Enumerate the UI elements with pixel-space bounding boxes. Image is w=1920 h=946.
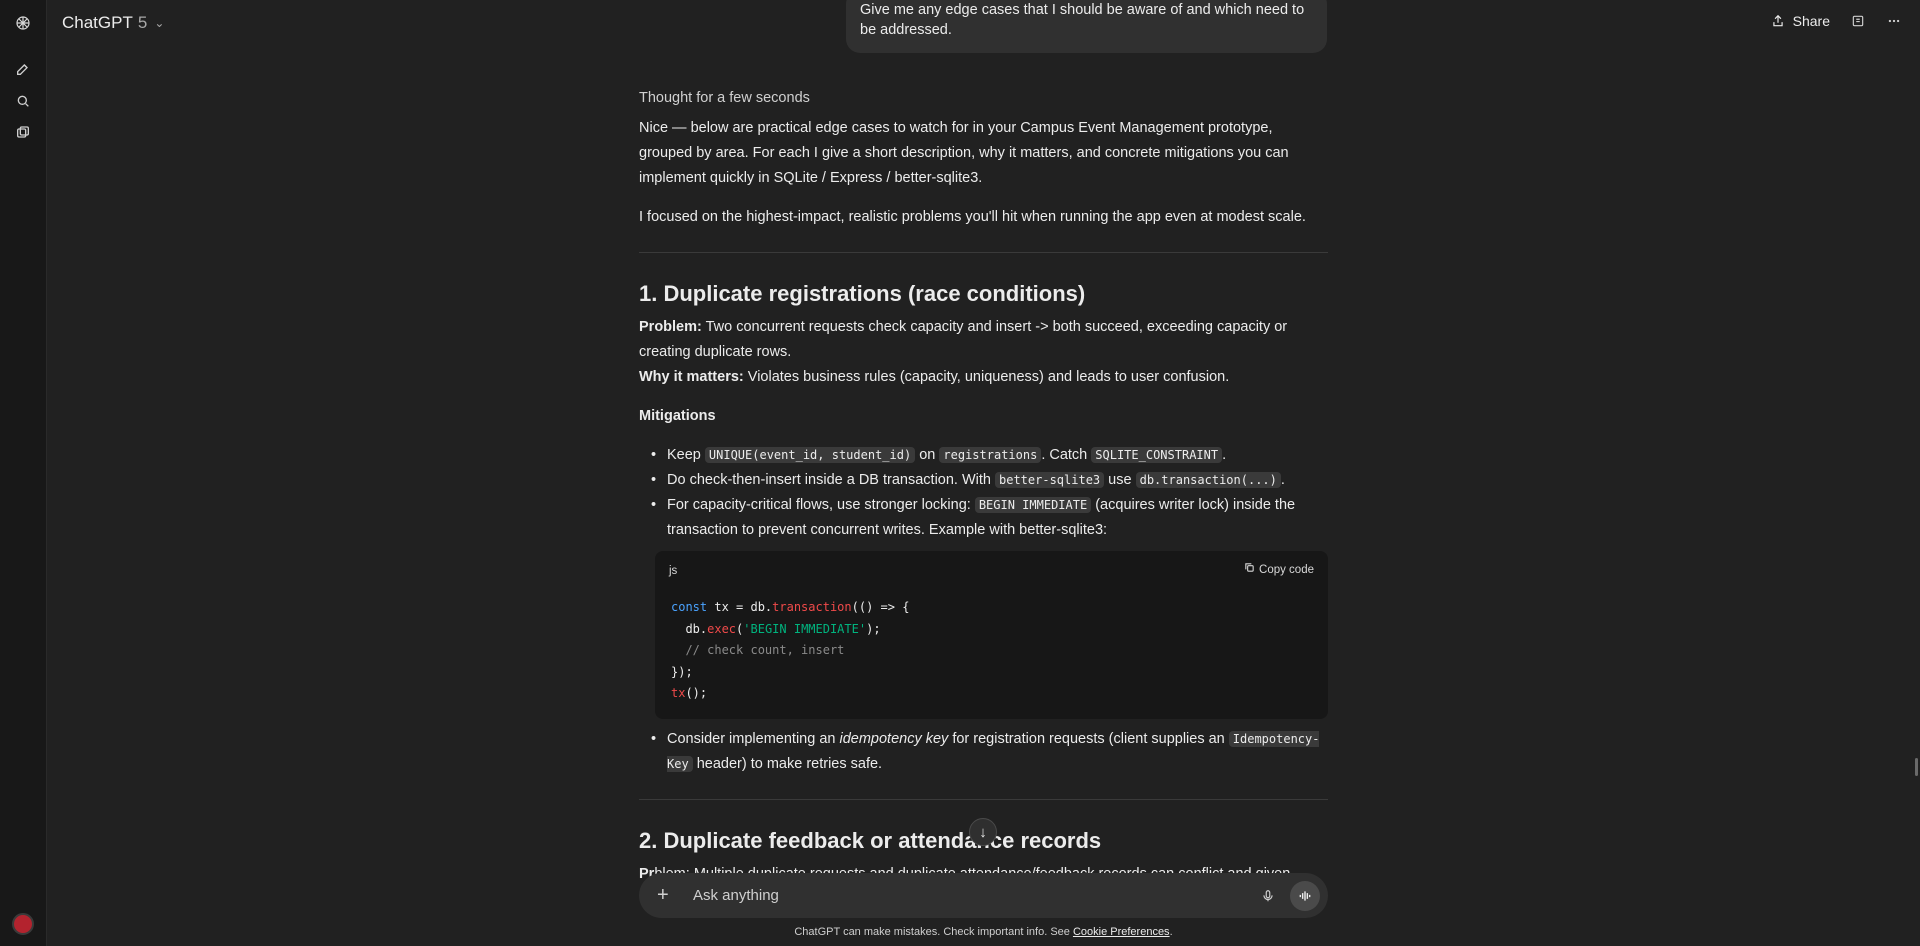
code-token: (); — [685, 686, 708, 700]
disclaimer-footer: ChatGPT can make mistakes. Check importa… — [0, 926, 1920, 938]
mitigations-heading: Mitigations — [639, 408, 716, 424]
code-token: // check count, insert — [671, 643, 845, 657]
list-text: header) to make retries safe. — [692, 756, 883, 772]
microphone-icon[interactable] — [1256, 884, 1280, 908]
sidebar-rail — [0, 0, 47, 946]
section-heading: 1. Duplicate registrations (race conditi… — [639, 281, 1086, 306]
mitigations-list-continued: Consider implementing an idempotency key… — [651, 727, 1328, 777]
problem-body: Two concurrent requests check capacity a… — [639, 319, 1288, 360]
assistant-response: Thought for a few seconds Nice — below a… — [639, 86, 1328, 887]
mitigations-list: Keep UNIQUE(event_id, student_id) on reg… — [651, 443, 1328, 543]
list-text: . — [1280, 472, 1285, 488]
code-token: tx — [671, 686, 686, 700]
code-token: transaction — [772, 600, 852, 614]
list-item: For capacity-critical flows, use stronge… — [651, 493, 1328, 543]
code-language-label: js — [669, 565, 678, 577]
problem-text: Problem: Two concurrent requests check c… — [639, 315, 1328, 365]
list-text: Keep — [667, 447, 705, 463]
code-token: 'BEGIN IMMEDIATE' — [743, 621, 867, 636]
inline-code: UNIQUE(event_id, student_id) — [704, 447, 916, 463]
disclaimer-text: ChatGPT can make mistakes. Check importa… — [794, 926, 1073, 938]
code-token: db. — [671, 621, 708, 636]
share-label: Share — [1792, 13, 1830, 29]
code-token: tx = db. — [707, 600, 773, 614]
emphasis-text: idempotency key — [839, 731, 949, 747]
inline-code: better-sqlite3 — [995, 472, 1105, 488]
code-token: exec — [707, 621, 737, 636]
focus-paragraph: I focused on the highest-impact, realist… — [639, 209, 1306, 225]
list-text: For capacity-critical flows, use stronge… — [667, 497, 975, 513]
chevron-down-icon: ⌄ — [154, 16, 165, 30]
why-text: Why it matters: Violates business rules … — [639, 365, 1328, 390]
search-icon[interactable] — [13, 91, 33, 111]
list-text: Do check-then-insert inside a DB transac… — [667, 472, 995, 488]
scrollbar-thumb[interactable] — [1915, 758, 1918, 776]
inline-code: SQLITE_CONSTRAINT — [1091, 447, 1223, 463]
divider — [639, 799, 1328, 800]
topbar-actions: Share — [1770, 13, 1902, 29]
code-block: js Copy code const tx = db.transaction((… — [655, 551, 1328, 719]
copy-code-label: Copy code — [1259, 564, 1314, 576]
share-button[interactable]: Share — [1770, 13, 1830, 29]
list-text: use — [1104, 472, 1136, 488]
code-token: ); — [866, 621, 881, 636]
problem-label: Problem: — [639, 319, 702, 335]
inline-code: registrations — [939, 447, 1042, 463]
copy-icon — [1244, 558, 1255, 583]
why-label: Why it matters: — [639, 369, 744, 385]
add-attachment-icon[interactable]: + — [657, 884, 677, 907]
share-icon — [1770, 13, 1786, 29]
canvas-icon[interactable] — [1850, 13, 1866, 29]
copy-code-button[interactable]: Copy code — [1244, 558, 1314, 583]
model-selector[interactable]: ChatGPT 5 ⌄ — [62, 13, 164, 33]
voice-mode-button[interactable] — [1290, 880, 1320, 911]
intro-paragraph: Nice — below are practical edge cases to… — [639, 120, 1289, 186]
list-text: . — [1222, 447, 1227, 463]
composer: + — [639, 873, 1328, 918]
disclaimer-end: . — [1169, 926, 1173, 938]
inline-code: db.transaction(...) — [1135, 472, 1281, 488]
divider — [639, 252, 1328, 253]
more-options-icon[interactable] — [1886, 13, 1902, 29]
model-version: 5 — [137, 13, 148, 32]
code-token: (() => { — [851, 600, 910, 614]
arrow-down-icon: ↓ — [979, 823, 987, 841]
library-icon[interactable] — [13, 123, 33, 143]
model-name: ChatGPT — [62, 13, 133, 32]
thought-indicator[interactable]: Thought for a few seconds — [639, 86, 1328, 111]
new-chat-icon[interactable] — [13, 59, 33, 79]
openai-logo-icon[interactable] — [13, 13, 33, 33]
list-item: Do check-then-insert inside a DB transac… — [651, 468, 1328, 493]
cookie-preferences-link[interactable]: Cookie Preferences — [1073, 926, 1170, 938]
scroll-to-bottom-button[interactable]: ↓ — [969, 818, 997, 846]
list-text: . Catch — [1041, 447, 1092, 463]
list-text: Consider implementing an — [667, 731, 840, 747]
list-text: on — [915, 447, 940, 463]
user-message-bubble: Give me any edge cases that I should be … — [846, 0, 1327, 53]
code-token: const — [671, 600, 708, 614]
why-body: Violates business rules (capacity, uniqu… — [743, 369, 1230, 385]
prompt-input[interactable] — [693, 887, 1256, 904]
code-content[interactable]: const tx = db.transaction(() => { db.exe… — [671, 597, 909, 705]
list-text: for registration requests (client suppli… — [948, 731, 1229, 747]
list-item: Consider implementing an idempotency key… — [651, 727, 1328, 777]
inline-code: BEGIN IMMEDIATE — [974, 497, 1092, 513]
code-token: }); — [671, 664, 693, 679]
list-item: Keep UNIQUE(event_id, student_id) on reg… — [651, 443, 1328, 468]
